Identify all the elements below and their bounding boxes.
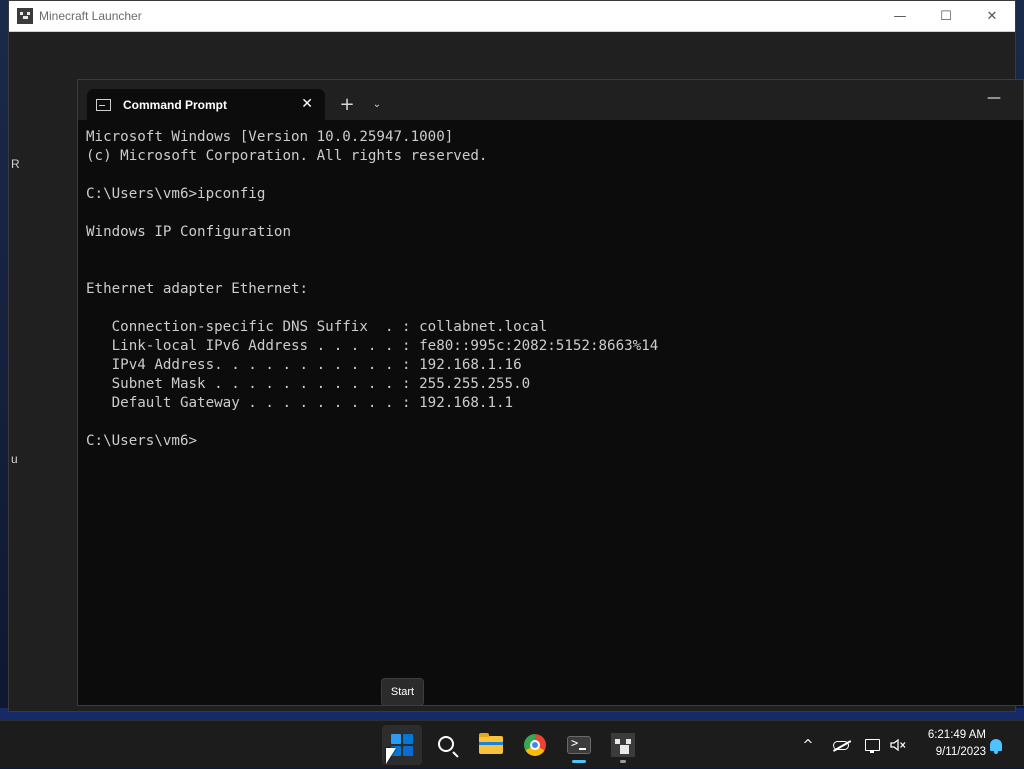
minecraft-minimize-button[interactable]: — (877, 1, 923, 32)
tab-label: Command Prompt (123, 97, 228, 112)
terminal-line: Default Gateway . . . . . . . . . : 192.… (86, 395, 514, 411)
minecraft-icon (611, 733, 635, 757)
clock-date: 9/11/2023 (935, 746, 986, 758)
minecraft-app-icon (17, 8, 33, 24)
minecraft-maximize-button[interactable]: ☐ (923, 1, 969, 32)
cmd-icon (96, 98, 111, 111)
minecraft-close-button[interactable]: ✕ (969, 1, 1015, 32)
tab-dropdown-button[interactable]: ⌄ (367, 89, 387, 120)
terminal-tab-bar[interactable]: Command Prompt ✕ + ⌄ — (78, 80, 1023, 120)
minecraft-edge-text: u (11, 452, 18, 466)
chrome-button[interactable] (515, 725, 555, 765)
chrome-icon (524, 734, 546, 756)
cloud-offline-icon (833, 740, 849, 750)
notifications-button[interactable] (986, 721, 1006, 769)
terminal-prompt-line: C:\Users\vm6> (86, 433, 198, 449)
mouse-cursor-icon (386, 748, 396, 764)
terminal-line: Microsoft Windows [Version 10.0.25947.10… (86, 129, 454, 145)
terminal-icon (567, 736, 591, 754)
clock[interactable]: 6:21:49 AM 9/11/2023 (914, 727, 986, 761)
taskbar: ^ 6:21:49 AM 9/11/2023 (0, 720, 1024, 768)
tab-close-button[interactable]: ✕ (301, 96, 313, 112)
minecraft-window-controls: — ☐ ✕ (877, 1, 1015, 32)
network-icon (864, 739, 880, 753)
terminal-line: (c) Microsoft Corporation. All rights re… (86, 148, 488, 164)
terminal-line: Ethernet adapter Ethernet: (86, 281, 309, 297)
minecraft-window-title: Minecraft Launcher (39, 9, 142, 23)
terminal-line: C:\Users\vm6>ipconfig (86, 186, 266, 202)
minecraft-taskbar-button[interactable] (603, 725, 643, 765)
terminal-window: Command Prompt ✕ + ⌄ — Microsoft Windows… (77, 79, 1024, 706)
file-explorer-button[interactable] (471, 725, 511, 765)
onedrive-tray-button[interactable] (830, 721, 852, 769)
active-indicator (572, 760, 586, 763)
search-button[interactable] (427, 725, 467, 765)
terminal-output[interactable]: Microsoft Windows [Version 10.0.25947.10… (78, 120, 1023, 451)
terminal-line: Windows IP Configuration (86, 224, 291, 240)
new-tab-button[interactable]: + (327, 89, 367, 120)
terminal-minimize-button[interactable]: — (987, 90, 1001, 106)
clock-time: 6:21:49 AM (927, 729, 986, 741)
terminal-line: Connection-specific DNS Suffix . : colla… (86, 319, 548, 335)
folder-icon (479, 733, 503, 754)
minecraft-titlebar[interactable]: Minecraft Launcher — ☐ ✕ (9, 1, 1015, 32)
volume-muted-icon (890, 738, 906, 752)
running-indicator (620, 760, 626, 763)
tab-command-prompt[interactable]: Command Prompt ✕ (87, 89, 325, 120)
terminal-line: IPv4 Address. . . . . . . . . . . : 192.… (86, 357, 522, 373)
terminal-taskbar-button[interactable] (559, 725, 599, 765)
minecraft-edge-text: R (11, 157, 20, 171)
volume-tray-button[interactable] (887, 721, 909, 769)
show-hidden-icons-button[interactable]: ^ (798, 721, 818, 769)
terminal-line: Subnet Mask . . . . . . . . . . . : 255.… (86, 376, 531, 392)
bell-icon (990, 739, 1002, 754)
search-icon (437, 735, 454, 752)
start-tooltip: Start (381, 678, 424, 706)
terminal-line: Link-local IPv6 Address . . . . . : fe80… (86, 338, 659, 354)
network-tray-button[interactable] (861, 721, 883, 769)
